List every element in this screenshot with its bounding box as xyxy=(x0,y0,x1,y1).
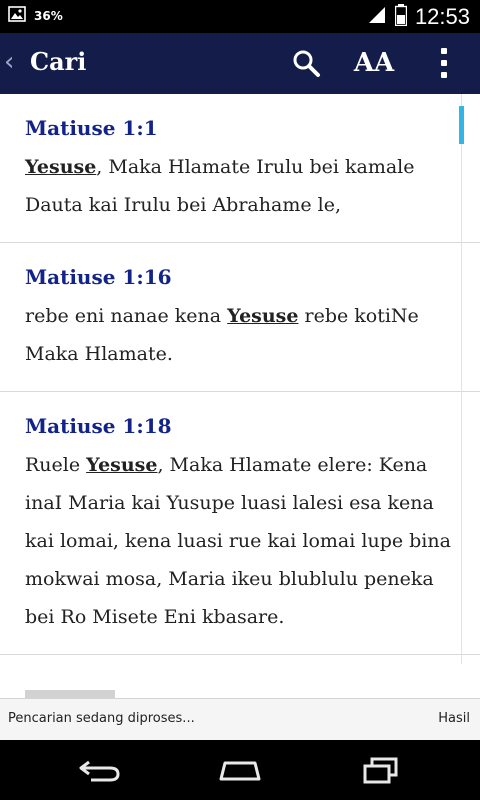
scroll-track xyxy=(461,94,462,664)
text-size-label: AA xyxy=(353,48,395,78)
result-verse: rebe eni nanae kena Yesuse rebe kotiNe M… xyxy=(25,305,419,365)
app-bar: ‹ Cari AA xyxy=(0,33,480,94)
result-item-1[interactable]: Matiuse 1:1 Yesuse, Maka Hlamate Irulu b… xyxy=(0,94,480,243)
page-title[interactable]: Cari xyxy=(30,47,86,76)
overflow-menu-icon[interactable] xyxy=(432,43,456,83)
partially-visible-item xyxy=(25,690,115,698)
clock-time: 12:53 xyxy=(414,4,470,29)
text-size-icon[interactable]: AA xyxy=(354,43,394,83)
result-verse: Ruele Yesuse, Maka Hlamate elere: Kena i… xyxy=(25,454,451,628)
results-label: Hasil xyxy=(438,711,470,726)
back-chevron-icon[interactable]: ‹ xyxy=(4,47,24,77)
search-status-footer: Pencarian sedang diproses... Hasil xyxy=(0,698,480,741)
back-icon[interactable] xyxy=(70,754,130,786)
scroll-indicator[interactable] xyxy=(459,106,464,144)
result-verse: Yesuse, Maka Hlamate Irulu bei kamale Da… xyxy=(25,156,415,216)
status-bar: 36% 12:53 xyxy=(0,0,480,33)
system-navigation-bar xyxy=(0,740,480,800)
battery-icon xyxy=(394,4,408,30)
search-results-list[interactable]: Matiuse 1:1 Yesuse, Maka Hlamate Irulu b… xyxy=(0,94,480,698)
result-reference: Matiuse 1:16 xyxy=(25,265,172,289)
home-icon[interactable] xyxy=(210,754,270,786)
highlighted-term: Yesuse xyxy=(86,454,158,476)
battery-percent-icon: 36% xyxy=(34,9,63,23)
result-item-2[interactable]: Matiuse 1:16 rebe eni nanae kena Yesuse … xyxy=(0,243,480,392)
result-reference: Matiuse 1:1 xyxy=(25,116,158,140)
recent-apps-icon[interactable] xyxy=(350,754,410,786)
result-item-3[interactable]: Matiuse 1:18 Ruele Yesuse, Maka Hlamate … xyxy=(0,392,480,655)
signal-icon xyxy=(367,5,387,29)
result-reference: Matiuse 1:18 xyxy=(25,414,172,438)
search-icon[interactable] xyxy=(288,43,324,83)
highlighted-term: Yesuse xyxy=(227,305,299,327)
search-status-text: Pencarian sedang diproses... xyxy=(8,711,195,726)
highlighted-term: Yesuse xyxy=(25,156,97,178)
image-notification-icon xyxy=(8,6,26,26)
